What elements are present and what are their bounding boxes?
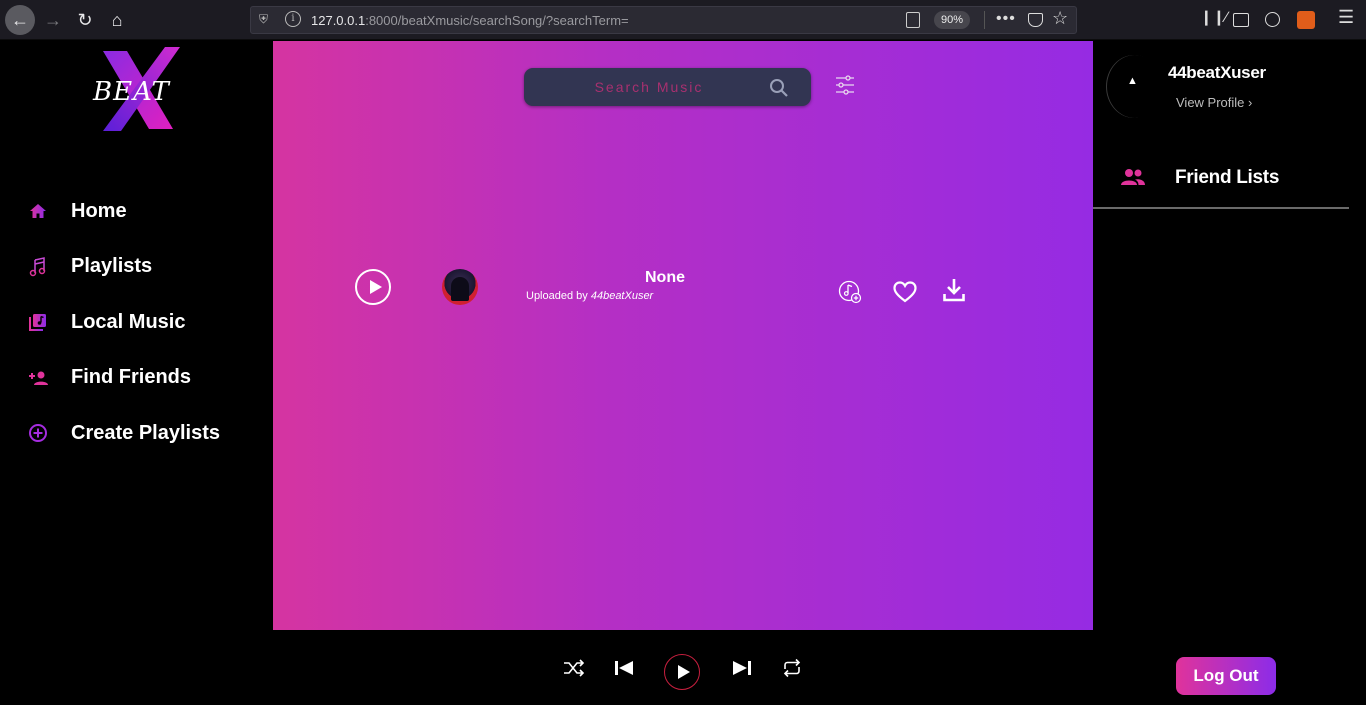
extension-icon[interactable]	[1297, 11, 1315, 29]
sidebar-item-label: Home	[71, 199, 127, 222]
repeat-icon[interactable]	[781, 658, 803, 678]
play-pause-button[interactable]	[664, 654, 700, 690]
sidebar-item-find-friends[interactable]: Find Friends	[27, 363, 220, 393]
shuffle-icon[interactable]	[563, 658, 585, 678]
tracking-shield-icon[interactable]: ⛨	[259, 12, 273, 28]
sidebar-item-playlists[interactable]: Playlists	[27, 252, 220, 282]
site-info-icon[interactable]: i	[285, 11, 301, 27]
reload-icon[interactable]: ↻	[70, 5, 100, 35]
profile-username: 44beatXuser	[1168, 63, 1266, 82]
url-host: 127.0.0.1	[311, 13, 366, 28]
zoom-level-badge[interactable]: 90%	[934, 11, 971, 29]
right-panel: ▲ 44beatXuser View Profile › Friend List…	[1093, 41, 1366, 630]
music-notes-icon	[27, 256, 49, 278]
search-input[interactable]	[534, 68, 764, 106]
sidebar-nav: Home Playlists Local Music Find Friends …	[27, 196, 220, 474]
friend-lists-header[interactable]: Friend Lists	[1093, 153, 1349, 209]
forward-arrow-icon[interactable]: →	[38, 5, 68, 35]
song-thumbnail	[442, 269, 478, 305]
thumbnail-figure	[451, 277, 469, 301]
hamburger-menu-icon[interactable]: ☰	[1338, 7, 1354, 31]
sidebar-item-create-playlists[interactable]: Create Playlists	[27, 418, 220, 448]
friend-lists-title: Friend Lists	[1175, 167, 1280, 188]
back-arrow-icon[interactable]: ←	[5, 5, 35, 35]
song-result-row: None Uploaded by 44beatXuser	[355, 267, 975, 307]
avatar-image-icon: ▲	[1127, 75, 1138, 87]
reader-view-icon[interactable]	[906, 12, 920, 28]
url-divider	[984, 11, 985, 29]
app: BEAT Home Playlists Local Music Find Fri…	[0, 41, 1366, 705]
sidebar-item-local-music[interactable]: Local Music	[27, 307, 220, 337]
search-icon[interactable]	[768, 77, 790, 99]
main-content: None Uploaded by 44beatXuser	[273, 41, 1093, 630]
home-icon	[27, 200, 49, 222]
add-circle-icon	[27, 422, 49, 444]
download-icon[interactable]	[943, 278, 965, 302]
account-icon[interactable]	[1265, 12, 1280, 27]
person-add-icon	[27, 367, 49, 389]
song-play-button[interactable]	[355, 269, 391, 305]
filter-sliders-icon[interactable]	[835, 75, 855, 95]
address-bar[interactable]: ⛨ i 127.0.0.1:8000/beatXmusic/searchSong…	[250, 6, 1077, 34]
sidebar-item-label: Playlists	[71, 255, 153, 277]
logout-button[interactable]: Log Out	[1176, 657, 1276, 695]
sidebar-toggle-icon[interactable]	[1233, 13, 1249, 27]
bookmark-star-icon[interactable]: ☆	[1052, 8, 1068, 29]
logo-text: BEAT	[93, 77, 170, 107]
sidebar-item-label: Local Music	[71, 310, 186, 333]
heart-icon[interactable]	[893, 281, 917, 303]
song-title: None	[645, 269, 685, 286]
search-bar	[524, 68, 811, 106]
uploader-name: 44beatXuser	[590, 290, 654, 302]
add-to-playlist-icon[interactable]	[838, 280, 862, 304]
sidebar-item-home[interactable]: Home	[27, 196, 220, 226]
url-path: :8000/beatXmusic/searchSong/?searchTerm=	[365, 13, 629, 28]
url-text[interactable]: 127.0.0.1:8000/beatXmusic/searchSong/?se…	[311, 13, 629, 28]
sidebar-item-label: Create Playlists	[71, 421, 220, 444]
sidebar-item-label: Find Friends	[71, 366, 191, 388]
browser-toolbar: ← → ↻ ⌂ ⛨ i 127.0.0.1:8000/beatXmusic/se…	[0, 0, 1366, 40]
beatx-logo[interactable]: BEAT	[85, 43, 190, 135]
avatar[interactable]: ▲	[1107, 55, 1163, 118]
song-uploader-line: Uploaded by 44beatXuser	[526, 290, 658, 302]
player-bar: Log Out	[0, 630, 1366, 705]
page-actions-icon[interactable]: •••	[996, 10, 1016, 28]
library-icon[interactable]: ❙❙∕	[1200, 8, 1228, 32]
pocket-icon[interactable]	[1028, 13, 1043, 27]
friends-group-icon	[1121, 169, 1145, 185]
view-profile-link[interactable]: View Profile ›	[1176, 95, 1252, 110]
music-library-icon	[27, 311, 49, 333]
uploaded-by-label: Uploaded by	[526, 290, 588, 302]
browser-home-icon[interactable]: ⌂	[102, 5, 132, 35]
next-track-icon[interactable]	[731, 658, 753, 678]
previous-track-icon[interactable]	[613, 658, 635, 678]
